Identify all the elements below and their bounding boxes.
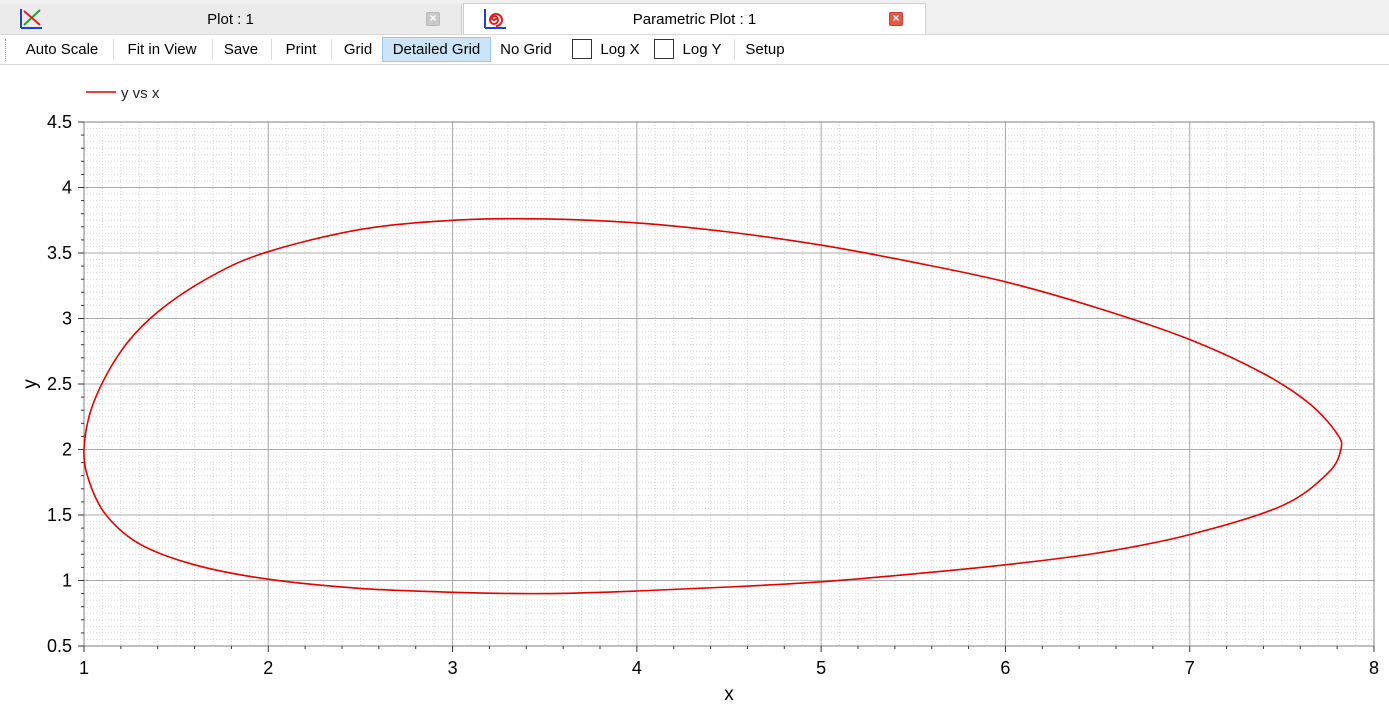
- tab-parametric-plot-label: Parametric Plot : 1: [632, 11, 757, 28]
- x-tick-label: 5: [816, 658, 826, 678]
- x-tick-label: 7: [1185, 658, 1195, 678]
- print-button[interactable]: Print: [276, 37, 326, 62]
- close-icon: ×: [892, 11, 900, 25]
- tab-bar: Plot : 1 × Parametric Plot : 1 ×: [0, 0, 1389, 35]
- log-y-label[interactable]: Log Y: [676, 37, 728, 62]
- x-tick-label: 4: [632, 658, 642, 678]
- tab-plot-label: Plot : 1: [207, 11, 254, 28]
- y-tick-label: 3.5: [47, 243, 72, 263]
- y-tick-label: 4: [62, 178, 72, 198]
- toolbar-grip-handle[interactable]: [5, 39, 8, 61]
- setup-button[interactable]: Setup: [739, 37, 791, 62]
- y-tick-label: 2: [62, 440, 72, 460]
- x-tick-label: 1: [79, 658, 89, 678]
- toolbar-separator: [331, 39, 332, 60]
- y-tick-label: 1.5: [47, 505, 72, 525]
- y-tick-label: 0.5: [47, 636, 72, 656]
- toolbar-separator: [212, 39, 213, 60]
- close-tab-parametric-button[interactable]: ×: [889, 11, 903, 26]
- detailed-grid-button[interactable]: Detailed Grid: [382, 37, 491, 62]
- log-y-checkbox[interactable]: [654, 39, 674, 59]
- auto-scale-button[interactable]: Auto Scale: [18, 37, 106, 62]
- save-button[interactable]: Save: [217, 37, 265, 62]
- legend-label: y vs x: [121, 85, 160, 102]
- y-tick-label: 3: [62, 309, 72, 329]
- y-axis-label: y: [20, 379, 41, 389]
- plot-toolbar: Auto Scale Fit in View Save Print Grid D…: [0, 35, 1389, 65]
- series-line-y-vs-x: [83, 217, 1343, 595]
- axis-ticks: [78, 121, 1375, 652]
- toolbar-separator: [734, 39, 735, 60]
- tab-plot[interactable]: Plot : 1 ×: [0, 4, 462, 35]
- x-tick-labels: 1 2 3 4 5 6 7 8: [79, 658, 1379, 678]
- toolbar-separator: [271, 39, 272, 60]
- y-tick-label: 1: [62, 571, 72, 591]
- y-tick-label: 4.5: [47, 112, 72, 132]
- x-tick-label: 6: [1000, 658, 1010, 678]
- log-x-checkbox[interactable]: [572, 39, 592, 59]
- tab-parametric-plot[interactable]: Parametric Plot : 1 ×: [463, 3, 926, 35]
- close-icon: ×: [429, 11, 437, 25]
- legend: y vs x: [86, 85, 160, 102]
- grid-button[interactable]: Grid: [336, 37, 380, 62]
- x-tick-label: 8: [1369, 658, 1379, 678]
- x-tick-label: 2: [263, 658, 273, 678]
- no-grid-button[interactable]: No Grid: [493, 37, 559, 62]
- y-tick-label: 2.5: [47, 374, 72, 394]
- x-axis-label: x: [724, 684, 734, 705]
- toolbar-separator: [113, 39, 114, 60]
- x-tick-label: 3: [448, 658, 458, 678]
- close-tab-plot-button[interactable]: ×: [426, 11, 440, 26]
- log-x-label[interactable]: Log X: [594, 37, 646, 62]
- parametric-plot-canvas[interactable]: 1 2 3 4 5 6 7 8 0.5 1 1.5 2 2.5 3 3.5 4 4.5 y vs x x y: [0, 66, 1389, 712]
- fit-in-view-button[interactable]: Fit in View: [118, 37, 206, 62]
- y-tick-labels: 0.5 1 1.5 2 2.5 3 3.5 4 4.5: [47, 112, 72, 656]
